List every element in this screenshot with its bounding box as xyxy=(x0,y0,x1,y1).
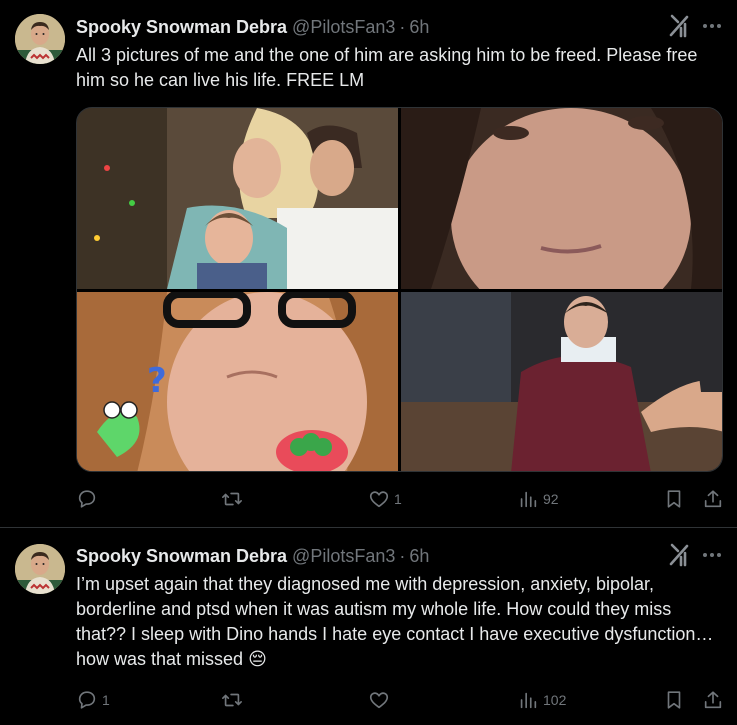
post[interactable]: Spooky Snowman Debra @PilotsFan3 · 6h Al… xyxy=(0,0,737,528)
avatar[interactable] xyxy=(15,544,65,594)
author-name[interactable]: Spooky Snowman Debra xyxy=(76,17,287,38)
bookmark-button[interactable] xyxy=(663,688,685,712)
repost-icon xyxy=(222,693,242,707)
media-image[interactable] xyxy=(401,108,722,289)
views-button[interactable]: 102 xyxy=(517,688,566,712)
views-icon xyxy=(520,491,537,508)
share-button[interactable] xyxy=(702,487,724,511)
post-text: I’m upset again that they diagnosed me w… xyxy=(76,574,714,669)
post-header: Spooky Snowman Debra @PilotsFan3 · 6h xyxy=(76,546,429,568)
reply-button[interactable] xyxy=(76,487,102,511)
action-bar: 1 102 xyxy=(76,688,724,712)
views-button[interactable]: 92 xyxy=(517,487,559,511)
reply-icon xyxy=(78,691,96,709)
bookmark-button[interactable] xyxy=(663,487,685,511)
author-handle[interactable]: @PilotsFan3 xyxy=(292,546,395,567)
reply-count: 1 xyxy=(102,692,110,708)
like-button[interactable]: 1 xyxy=(368,487,402,511)
like-icon xyxy=(369,692,389,709)
media-image[interactable]: ? xyxy=(77,292,398,471)
svg-text:?: ? xyxy=(147,361,167,401)
reply-button[interactable]: 1 xyxy=(76,688,110,712)
share-button[interactable] xyxy=(702,688,724,712)
views-count: 102 xyxy=(543,692,567,708)
timestamp[interactable]: 6h xyxy=(409,546,429,567)
avatar[interactable] xyxy=(15,14,65,64)
post-divider xyxy=(0,527,737,528)
like-icon xyxy=(369,491,389,508)
bookmark-icon xyxy=(667,490,681,508)
bookmark-icon xyxy=(667,691,681,709)
views-icon xyxy=(520,692,537,709)
like-button[interactable] xyxy=(368,688,394,712)
grok-icon[interactable] xyxy=(668,14,690,38)
reply-icon xyxy=(78,490,96,508)
more-icon[interactable] xyxy=(700,543,724,567)
post-header: Spooky Snowman Debra @PilotsFan3 · 6h xyxy=(76,17,429,39)
action-bar: 1 92 xyxy=(76,487,724,511)
repost-button[interactable] xyxy=(221,487,247,511)
separator: · xyxy=(399,17,406,37)
grok-icon[interactable] xyxy=(668,543,690,567)
share-icon xyxy=(704,691,722,709)
media-grid: ? xyxy=(76,107,723,472)
media-image[interactable] xyxy=(77,108,398,289)
separator: · xyxy=(399,546,406,566)
views-count: 92 xyxy=(543,491,559,507)
post[interactable]: Spooky Snowman Debra @PilotsFan3 · 6h I’… xyxy=(0,529,737,725)
like-count: 1 xyxy=(394,491,402,507)
timestamp[interactable]: 6h xyxy=(409,17,429,38)
post-text: All 3 pictures of me and the one of him … xyxy=(76,45,698,90)
share-icon xyxy=(704,490,722,508)
media-image[interactable] xyxy=(401,292,722,471)
more-icon[interactable] xyxy=(700,14,724,38)
repost-button[interactable] xyxy=(221,688,247,712)
author-handle[interactable]: @PilotsFan3 xyxy=(292,17,395,38)
repost-icon xyxy=(222,492,242,506)
author-name[interactable]: Spooky Snowman Debra xyxy=(76,546,287,567)
